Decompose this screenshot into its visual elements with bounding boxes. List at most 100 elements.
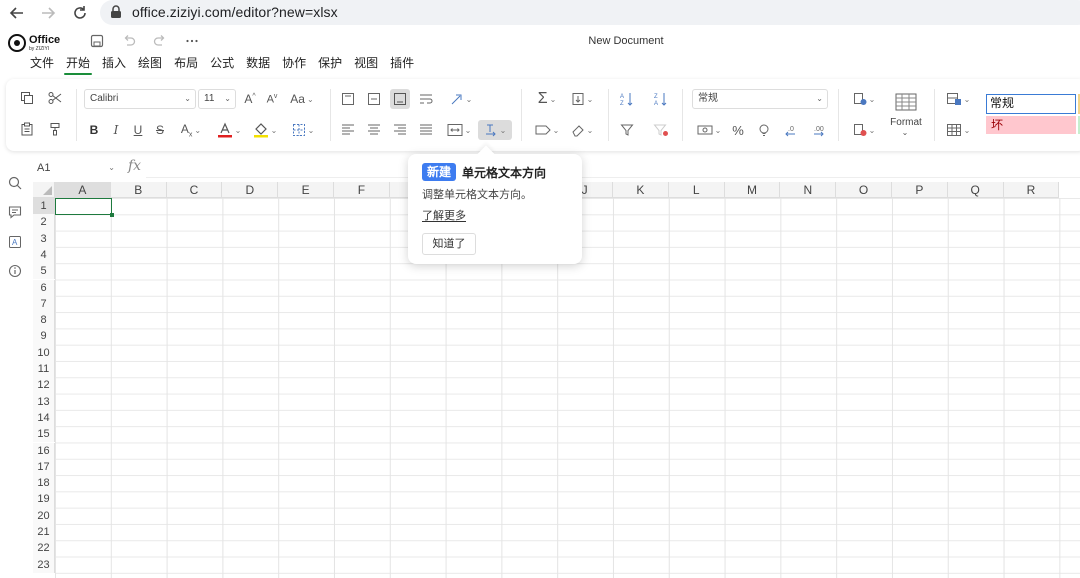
about-button[interactable] bbox=[6, 262, 24, 280]
fill-color-button[interactable]: ⌄ bbox=[248, 121, 282, 139]
align-left-button[interactable] bbox=[340, 121, 356, 139]
column-header[interactable]: M bbox=[724, 182, 781, 198]
column-header[interactable]: L bbox=[668, 182, 725, 198]
fill-button[interactable]: ⌄ bbox=[566, 90, 598, 108]
filter-button[interactable] bbox=[618, 121, 636, 139]
clear-filter-button[interactable] bbox=[652, 121, 670, 139]
row-header[interactable]: 14 bbox=[33, 409, 55, 427]
row-header[interactable]: 4 bbox=[33, 246, 55, 264]
clear-format-button[interactable]: ⌄ bbox=[532, 121, 562, 139]
row-header[interactable]: 17 bbox=[33, 458, 55, 476]
delete-rule-button[interactable]: ⌄ bbox=[848, 121, 880, 139]
underline-button[interactable]: U bbox=[130, 121, 146, 139]
accounting-format-button[interactable]: ⌄ bbox=[694, 121, 724, 139]
column-header[interactable]: N bbox=[780, 182, 837, 198]
column-header[interactable]: E bbox=[278, 182, 334, 198]
spellcheck-button[interactable]: A bbox=[6, 233, 24, 251]
row-header[interactable]: 9 bbox=[33, 328, 55, 345]
row-header[interactable]: 21 bbox=[33, 524, 55, 541]
formula-input[interactable] bbox=[146, 158, 1080, 178]
decrease-decimal-button[interactable]: .0 bbox=[782, 121, 800, 139]
row-header[interactable]: 5 bbox=[33, 263, 55, 280]
justify-button[interactable] bbox=[418, 121, 434, 139]
wrap-text-button[interactable] bbox=[418, 90, 434, 108]
italic-button[interactable]: I bbox=[108, 121, 124, 139]
name-box[interactable]: A1 ⌄ bbox=[33, 158, 119, 180]
got-it-button[interactable]: 知道了 bbox=[422, 233, 476, 255]
menu-protect[interactable]: 保护 bbox=[312, 55, 348, 75]
format-table-button[interactable] bbox=[890, 91, 922, 113]
row-header[interactable]: 7 bbox=[33, 295, 55, 313]
menu-view[interactable]: 视图 bbox=[348, 55, 384, 75]
row-header[interactable]: 20 bbox=[33, 507, 55, 524]
row-header[interactable]: 3 bbox=[33, 230, 55, 247]
align-bottom-button[interactable] bbox=[390, 89, 410, 109]
comments-button[interactable] bbox=[6, 203, 24, 221]
font-name-select[interactable]: Calibri ⌄ bbox=[84, 89, 196, 109]
menu-formula[interactable]: 公式 bbox=[204, 55, 240, 75]
reload-button[interactable] bbox=[70, 3, 90, 23]
menu-collaborate[interactable]: 协作 bbox=[276, 55, 312, 75]
row-header[interactable]: 19 bbox=[33, 491, 55, 508]
row-header[interactable]: 8 bbox=[33, 312, 55, 329]
column-header[interactable]: P bbox=[892, 182, 948, 198]
row-header[interactable]: 18 bbox=[33, 475, 55, 492]
autosum-button[interactable]: Σ ⌄ bbox=[532, 90, 562, 108]
font-size-select[interactable]: 11 ⌄ bbox=[198, 89, 236, 109]
merge-cells-button[interactable]: ⌄ bbox=[444, 121, 474, 139]
menu-layout[interactable]: 布局 bbox=[168, 55, 204, 75]
menu-file[interactable]: 文件 bbox=[24, 55, 60, 75]
row-header[interactable]: 16 bbox=[33, 442, 55, 459]
sort-descending-button[interactable]: ZA bbox=[652, 90, 670, 108]
decrease-font-button[interactable]: Av bbox=[264, 90, 280, 108]
insert-cells-button[interactable]: ⌄ bbox=[942, 90, 974, 108]
menu-draw[interactable]: 绘图 bbox=[132, 55, 168, 75]
sort-ascending-button[interactable]: AZ bbox=[618, 90, 636, 108]
bold-button[interactable]: B bbox=[86, 121, 102, 139]
menu-data[interactable]: 数据 bbox=[240, 55, 276, 75]
row-header[interactable]: 15 bbox=[33, 426, 55, 443]
align-middle-button[interactable] bbox=[366, 90, 382, 108]
column-header[interactable]: K bbox=[613, 182, 669, 198]
back-button[interactable] bbox=[7, 3, 27, 23]
menu-plugins[interactable]: 插件 bbox=[384, 55, 420, 75]
cut-button[interactable] bbox=[46, 89, 64, 107]
increase-decimal-button[interactable]: .00 bbox=[810, 121, 828, 139]
active-cell-a1[interactable] bbox=[55, 198, 114, 217]
row-header[interactable]: 12 bbox=[33, 377, 55, 394]
learn-more-link[interactable]: 了解更多 bbox=[422, 207, 466, 223]
column-header[interactable]: D bbox=[222, 182, 279, 198]
row-header[interactable]: 6 bbox=[33, 279, 55, 296]
search-button[interactable] bbox=[6, 174, 24, 192]
align-right-button[interactable] bbox=[392, 121, 408, 139]
eraser-button[interactable]: ⌄ bbox=[566, 121, 598, 139]
menu-home[interactable]: 开始 bbox=[60, 55, 96, 75]
forward-button[interactable] bbox=[38, 3, 58, 23]
align-top-button[interactable] bbox=[340, 90, 356, 108]
select-all-corner[interactable] bbox=[33, 182, 55, 198]
column-header[interactable]: C bbox=[166, 182, 223, 198]
chevron-down-icon[interactable]: ⌄ bbox=[898, 127, 912, 137]
column-header[interactable]: R bbox=[1003, 182, 1060, 198]
column-header[interactable]: A bbox=[55, 182, 111, 198]
change-case-button[interactable]: Aa ⌄ bbox=[286, 90, 318, 108]
subscript-button[interactable]: Ax ⌄ bbox=[174, 121, 208, 139]
align-center-button[interactable] bbox=[366, 121, 382, 139]
strikethrough-button[interactable]: S bbox=[152, 121, 168, 139]
row-header[interactable]: 11 bbox=[33, 361, 55, 378]
row-header[interactable]: 2 bbox=[33, 214, 55, 231]
font-color-button[interactable]: ⌄ bbox=[212, 121, 246, 139]
paste-button[interactable] bbox=[18, 120, 36, 138]
row-header[interactable]: 1 bbox=[33, 198, 55, 215]
cell-style-bad[interactable]: 坏 bbox=[986, 116, 1076, 134]
column-header[interactable]: O bbox=[836, 182, 892, 198]
row-header[interactable]: 13 bbox=[33, 393, 55, 410]
menu-insert[interactable]: 插入 bbox=[96, 55, 132, 75]
format-painter-button[interactable] bbox=[46, 120, 64, 138]
cell-text-direction-button[interactable]: ⌄ bbox=[478, 120, 512, 140]
table-button[interactable]: ⌄ bbox=[942, 121, 974, 139]
row-header[interactable]: 23 bbox=[33, 556, 55, 573]
number-format-select[interactable]: 常规 ⌄ bbox=[692, 89, 828, 109]
address-bar[interactable]: office.ziziyi.com/editor?new=xlsx bbox=[100, 0, 1080, 25]
column-header[interactable]: B bbox=[110, 182, 167, 198]
